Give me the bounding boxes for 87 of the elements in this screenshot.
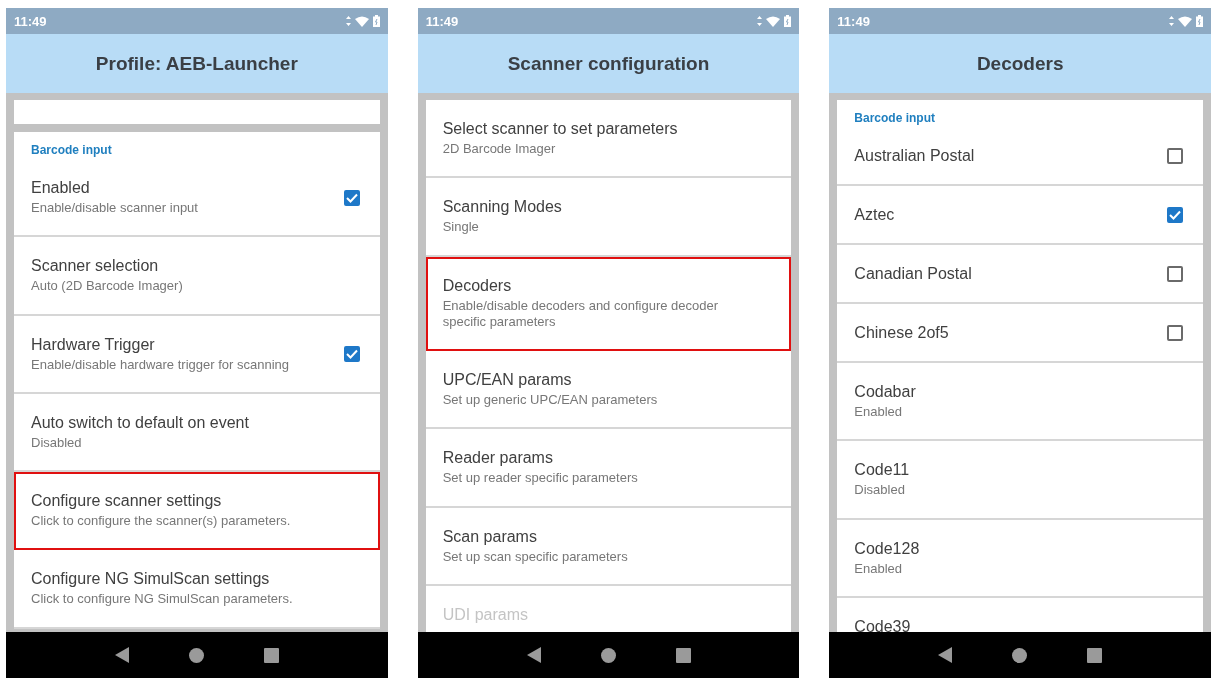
setting-summary: Enable/disable decoders and configure decoder specific parameters [442, 297, 720, 330]
setting-title: UPC/EAN params [442, 371, 573, 389]
setting-row[interactable]: Code128 Enabled [837, 519, 1203, 598]
setting-row[interactable]: UPC/EAN params Set up generic UPC/EAN parameters [425, 351, 792, 430]
battery-icon [784, 15, 792, 27]
setting-title: Code39 [854, 617, 911, 632]
setting-summary: Set up reader specific parameters [442, 470, 638, 487]
back-icon[interactable] [526, 647, 541, 663]
wifi-icon [354, 15, 369, 27]
recents-icon[interactable] [1087, 647, 1103, 663]
setting-row[interactable]: Hardware Trigger Enable/disable hardware trigger for scanning [14, 315, 380, 394]
back-icon[interactable] [938, 647, 953, 663]
updown-arrows-icon [345, 16, 351, 26]
setting-row[interactable]: Select scanner to set parameters 2D Barcode Imager [425, 100, 792, 179]
section-header: Barcode input [853, 110, 936, 127]
recents-icon[interactable] [263, 647, 279, 663]
section-header: Barcode input [30, 142, 113, 159]
recents-icon[interactable] [675, 647, 691, 663]
setting-summary: Auto (2D Barcode Imager) [31, 278, 183, 295]
setting-row[interactable]: Aztec [837, 186, 1203, 245]
setting-summary: Disabled [854, 482, 906, 499]
setting-row[interactable]: Chinese 2of5 [837, 304, 1203, 363]
setting-row[interactable]: Australian Postal [837, 127, 1203, 186]
setting-title: UDI params [442, 605, 529, 624]
home-icon[interactable] [1012, 647, 1028, 663]
screen-title: Decoders [976, 52, 1064, 75]
wifi-icon [1178, 15, 1192, 27]
setting-title: Decoders [442, 276, 513, 295]
setting-summary: Enabled [854, 404, 904, 421]
status-time: 11:49 [837, 13, 870, 29]
setting-summary: Set up scan specific parameters [442, 548, 628, 565]
setting-title: Configure scanner settings [31, 492, 223, 510]
checkbox[interactable] [343, 346, 360, 363]
checkbox[interactable] [343, 189, 360, 206]
checkbox[interactable] [1167, 266, 1183, 282]
setting-row[interactable]: Auto switch to default on event Disabled [14, 393, 380, 472]
setting-summary: 2D Barcode Imager [442, 141, 557, 158]
setting-title: Code128 [854, 539, 920, 558]
updown-arrows-icon [757, 16, 763, 26]
battery-icon [372, 15, 380, 27]
setting-row[interactable]: Codabar Enabled [837, 363, 1203, 442]
setting-summary: Single [442, 219, 480, 236]
setting-title: Select scanner to set parameters [442, 120, 678, 138]
setting-title: Aztec [854, 206, 895, 224]
wifi-icon [766, 15, 781, 27]
highlighted-setting-row[interactable]: Configure scanner settings Click to configure the scanner(s) parameters. [14, 472, 380, 551]
setting-row[interactable]: Canadian Postal [837, 245, 1203, 304]
updown-arrows-icon [1169, 16, 1174, 26]
setting-title: Hardware Trigger [31, 335, 156, 354]
home-icon[interactable] [600, 647, 616, 663]
home-icon[interactable] [188, 647, 204, 663]
setting-title: Configure NG SimulScan settings [31, 570, 271, 589]
setting-row[interactable]: Scanner selection Auto (2D Barcode Imager) [14, 237, 380, 316]
setting-row[interactable]: Scan params Set up scan specific parameters [425, 507, 792, 586]
setting-summary: Disabled [31, 434, 83, 451]
status-time: 11:49 [425, 13, 459, 29]
screen-title: Profile: AEB-Launcher [95, 52, 298, 75]
setting-title: Code11 [854, 461, 910, 480]
checkbox[interactable] [1167, 207, 1183, 223]
setting-title: Australian Postal [854, 147, 975, 165]
setting-title: Scanner selection [31, 257, 160, 276]
screen-title: Scanner configuration [507, 52, 710, 75]
back-icon[interactable] [114, 647, 129, 663]
setting-row[interactable]: Reader params Set up reader specific parameters [425, 429, 792, 508]
setting-title: Chinese 2of5 [854, 324, 949, 342]
battery-icon [1196, 15, 1203, 27]
setting-row[interactable]: Code11 Disabled [837, 441, 1203, 520]
setting-title: Auto switch to default on event [31, 413, 249, 432]
setting-row[interactable]: Scanning Modes Single [425, 178, 792, 257]
status-time: 11:49 [14, 13, 47, 29]
setting-summary: Enable/disable hardware trigger for scanning [31, 356, 289, 373]
setting-summary: Set up generic UPC/EAN parameters [442, 392, 658, 409]
setting-summary: Enabled [854, 560, 904, 577]
setting-summary: Click to configure the scanner(s) parameters. [31, 513, 291, 530]
setting-title: Enabled [31, 179, 91, 197]
setting-title: Codabar [854, 383, 916, 401]
setting-title: Canadian Postal [854, 265, 972, 283]
setting-title: Reader params [442, 449, 554, 468]
checkbox[interactable] [1167, 325, 1183, 341]
setting-summary: Enable/disable scanner input [31, 200, 198, 217]
checkbox[interactable] [1167, 148, 1183, 164]
setting-row[interactable]: Configure NG SimulScan settings Click to configure NG SimulScan parameters. [14, 550, 380, 629]
setting-row[interactable]: Enabled Enable/disable scanner input [14, 159, 380, 238]
setting-title: Scanning Modes [442, 198, 562, 217]
highlighted-setting-row[interactable]: Decoders Enable/disable decoders and configure decoder specific parameters [425, 256, 792, 351]
setting-summary: Click to configure NG SimulScan parameters. [31, 591, 293, 608]
setting-title: Scan params [442, 527, 538, 546]
